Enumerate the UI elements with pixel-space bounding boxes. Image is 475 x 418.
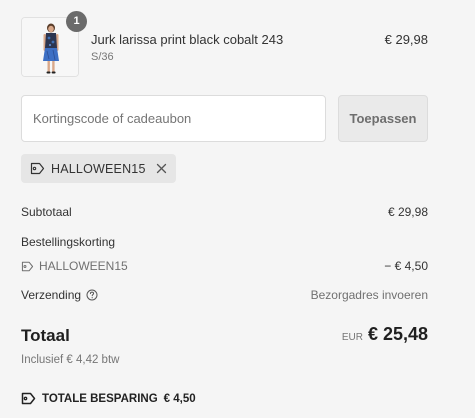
- discount-code-input[interactable]: [21, 95, 326, 142]
- subtotal-value: € 29,98: [387, 205, 428, 219]
- help-circle-icon[interactable]: [86, 289, 98, 301]
- discount-code-label: HALLOWEEN15: [21, 259, 128, 273]
- product-variant: S/36: [91, 51, 114, 63]
- order-summary: 1 Jurk larissa print black cobalt 243 S/…: [0, 0, 475, 418]
- remove-discount-button[interactable]: [156, 163, 167, 174]
- total-savings-value: € 4,50: [163, 392, 196, 405]
- tag-icon: [21, 261, 34, 271]
- applied-discount-code: HALLOWEEN15: [51, 161, 146, 176]
- apply-discount-button[interactable]: Toepassen: [338, 95, 428, 142]
- subtotal-label: Subtotaal: [21, 205, 72, 219]
- cart-line-item: 1 Jurk larissa print black cobalt 243 S/…: [21, 11, 428, 77]
- shipping-label: Verzending: [21, 288, 82, 302]
- total-value-group: EUR € 25,48: [342, 324, 428, 345]
- tax-note: Inclusief € 4,42 btw: [21, 354, 120, 366]
- applied-discount-chip: HALLOWEEN15: [21, 154, 176, 183]
- shipping-label-group: Verzending: [21, 288, 98, 302]
- total-currency: EUR: [341, 332, 363, 343]
- enter-shipping-address-link[interactable]: Bezorgadres invoeren: [311, 288, 428, 302]
- quantity-badge: 1: [66, 11, 87, 32]
- total-amount: € 25,48: [367, 324, 428, 344]
- product-price: € 29,98: [384, 32, 428, 47]
- tag-icon: [21, 392, 36, 405]
- total-label: Totaal: [21, 326, 70, 345]
- order-discount-label: Bestellingskorting: [21, 235, 116, 249]
- close-icon: [156, 163, 166, 174]
- discount-code-name: HALLOWEEN15: [39, 259, 128, 273]
- discount-value: − € 4,50: [384, 259, 428, 273]
- total-savings: TOTALE BESPARING € 4,50: [21, 392, 196, 405]
- product-name: Jurk larissa print black cobalt 243: [91, 32, 284, 47]
- total-savings-label: TOTALE BESPARING: [42, 392, 158, 405]
- tag-icon: [30, 162, 45, 175]
